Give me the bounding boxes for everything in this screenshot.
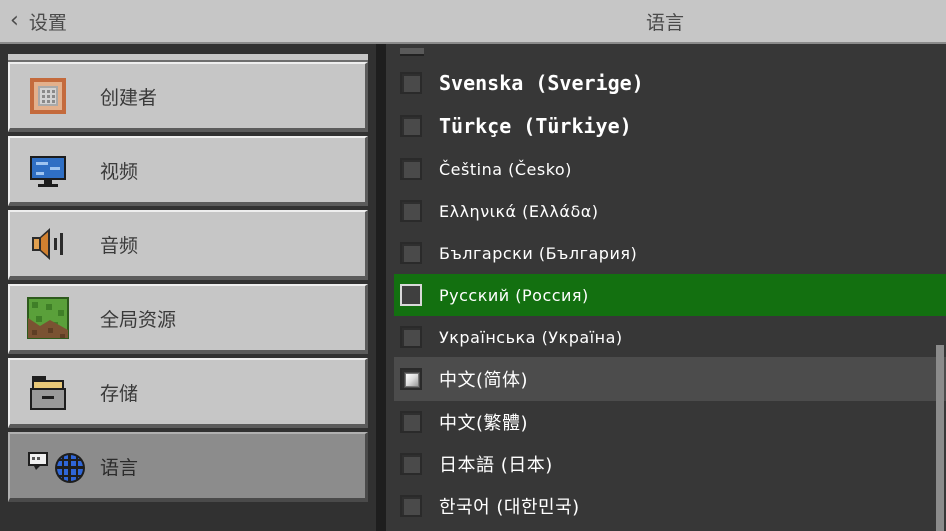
language-option-selected[interactable]: 中文(简体) [394, 357, 946, 401]
sidebar-item-creator[interactable]: 创建者 [8, 62, 368, 132]
language-checkbox[interactable] [400, 453, 422, 475]
sidebar-item-video[interactable]: 视频 [8, 136, 368, 206]
back-label: 设置 [28, 11, 67, 34]
sidebar-item-label: 存储 [100, 382, 139, 405]
back-button[interactable]: ‹ 设置 [10, 6, 67, 36]
language-option[interactable]: 한국어 (대한민국) [394, 485, 946, 527]
language-checkbox[interactable] [400, 158, 422, 180]
language-option[interactable]: 中文(繁體) [394, 401, 946, 443]
language-label: Русский (Россия) [439, 285, 589, 305]
language-label: Български (България) [439, 243, 638, 263]
sidebar-item-audio[interactable]: 音频 [8, 210, 368, 280]
language-label: 中文(简体) [439, 370, 529, 391]
language-checkbox[interactable] [400, 411, 422, 433]
sidebar-item-label: 全局资源 [100, 308, 177, 331]
language-option[interactable]: Türkçe (Türkiye) [394, 105, 946, 147]
scrolled-row-fragment [400, 48, 424, 56]
language-option[interactable]: Čeština (Česko) [394, 148, 946, 190]
language-label: 한국어 (대한민국) [439, 497, 580, 518]
sidebar-item-label: 语言 [100, 456, 139, 479]
language-option[interactable]: Ελληνικά (Ελλάδα) [394, 190, 946, 232]
language-list-scrollbar[interactable] [936, 345, 944, 531]
language-checkbox[interactable] [400, 242, 422, 264]
sidebar-item-global-resources[interactable]: 全局资源 [8, 284, 368, 354]
command-block-icon [26, 74, 70, 118]
language-label: Čeština (Česko) [439, 159, 572, 179]
language-checkbox[interactable] [400, 72, 422, 94]
language-option-highlighted[interactable]: Русский (Россия) [394, 274, 946, 316]
grass-block-icon [26, 296, 70, 340]
language-checkbox[interactable] [400, 200, 422, 222]
page-title: 语言 [645, 12, 684, 34]
language-checkbox[interactable] [400, 326, 422, 348]
language-label: Ελληνικά (Ελλάδα) [439, 201, 599, 221]
sidebar-divider [376, 44, 386, 531]
sidebar-item-label: 视频 [100, 160, 139, 183]
language-list: Svenska (Sverige) Türkçe (Türkiye) Češti… [386, 44, 946, 531]
language-label: 中文(繁體) [439, 413, 529, 434]
language-checkbox[interactable] [400, 115, 422, 137]
settings-sidebar: 创建者 视频 音频 全局资源 存储 语言 [0, 44, 376, 531]
language-checkbox[interactable] [400, 495, 422, 517]
language-option[interactable]: Українська (Україна) [394, 316, 946, 358]
language-option[interactable]: Svenska (Sverige) [394, 62, 946, 104]
sidebar-scrolled-item-fragment [8, 54, 368, 62]
language-label: Українська (Україна) [439, 327, 623, 347]
language-label: Türkçe (Türkiye) [439, 114, 632, 138]
sidebar-item-label: 创建者 [100, 86, 158, 109]
chevron-left-icon: ‹ [10, 8, 19, 33]
language-option[interactable]: Български (България) [394, 232, 946, 274]
language-checkbox[interactable] [400, 284, 422, 306]
language-globe-icon [26, 444, 86, 488]
monitor-icon [26, 148, 70, 192]
speaker-icon [26, 222, 70, 266]
language-label: 日本語 (日本) [439, 455, 553, 476]
language-checkbox-checked[interactable] [400, 368, 422, 390]
sidebar-item-label: 音频 [100, 234, 139, 257]
language-option[interactable]: 日本語 (日本) [394, 443, 946, 485]
header-bar: ‹ 设置 语言 [0, 0, 946, 44]
language-label: Svenska (Sverige) [439, 71, 644, 95]
storage-folder-icon [26, 370, 70, 414]
sidebar-item-language[interactable]: 语言 [8, 432, 368, 502]
sidebar-item-storage[interactable]: 存储 [8, 358, 368, 428]
